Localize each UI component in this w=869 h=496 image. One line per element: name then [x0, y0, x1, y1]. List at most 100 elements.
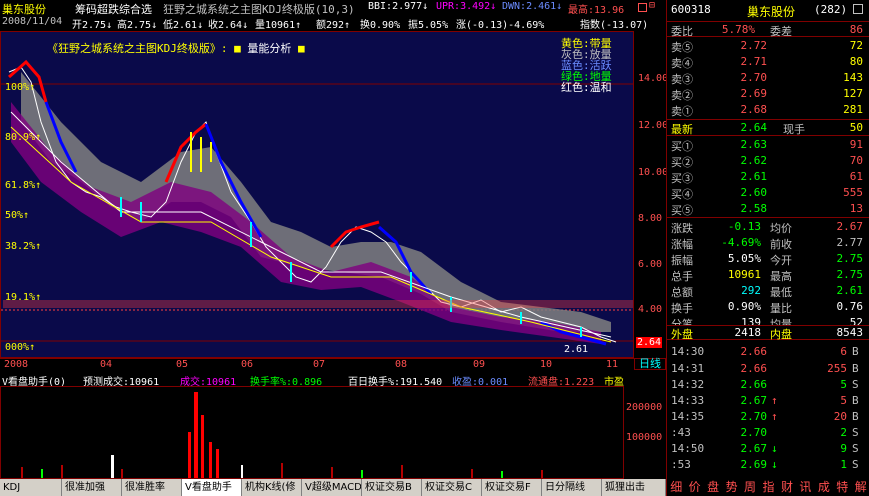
tick-row: :53 2.69 ↓ 1 S — [667, 457, 869, 473]
rtab-week[interactable]: 周 — [741, 478, 759, 496]
buy-3[interactable]: 买③ 2.61 61 — [667, 169, 869, 185]
buy-4[interactable]: 买④ 2.60 555 — [667, 185, 869, 201]
now-vol: 50 — [849, 121, 863, 134]
tick-side: S — [852, 426, 859, 439]
rtab-detail[interactable]: 细 — [667, 478, 685, 496]
quote-header: 600318 巢东股份 (282) — [667, 2, 869, 19]
kline-chart[interactable]: 《狂野之城系统之主图KDJ终极版》: ■ 量能分析 ■ 黄色:带量 灰色:放量 … — [0, 31, 634, 358]
window-icon[interactable]: ⊟ — [649, 0, 655, 11]
tick-time: 14:33 — [671, 394, 705, 407]
quote-bottom-tabs: 细 价 盘 势 周 指 财 讯 成 特 解 — [667, 478, 869, 496]
rtab-trend[interactable]: 势 — [722, 478, 740, 496]
info-close: 收2.64↓ — [208, 20, 249, 31]
outer-inner-row: 外盘 2418 内盘 8543 — [667, 325, 869, 341]
sell-2[interactable]: 卖② 2.69 127 — [667, 86, 869, 102]
month-08: 08 — [395, 359, 408, 370]
volume-panel[interactable] — [0, 386, 624, 479]
info-amplitude: 振5.05% — [408, 20, 449, 31]
tick-row: :43 2.70 2 S — [667, 425, 869, 441]
month-06: 06 — [241, 359, 254, 370]
rtab-book[interactable]: 盘 — [704, 478, 722, 496]
stat-prev-value: 2.77 — [836, 236, 864, 249]
sell-5-vol: 72 — [849, 39, 863, 52]
tick-vol: 255 — [827, 362, 847, 375]
month-11: 11 — [606, 359, 619, 370]
stat-vol-value: 10961 — [727, 268, 761, 281]
month-09: 09 — [473, 359, 486, 370]
minimize-icon[interactable] — [638, 3, 647, 12]
sell-4[interactable]: 卖④ 2.71 80 — [667, 54, 869, 70]
tab-macd[interactable]: V超级MACD — [302, 479, 362, 496]
buy-5[interactable]: 买⑤ 2.58 13 — [667, 201, 869, 217]
tick-side: S — [852, 442, 859, 455]
buy-2-label: 买② — [671, 156, 693, 169]
price-tick-8: 8.00 — [638, 213, 663, 224]
stat-amt-value: 292 — [741, 284, 761, 297]
dwn-value: DWN:2.461↓ — [502, 1, 563, 12]
sell-3[interactable]: 卖③ 2.70 143 — [667, 70, 869, 86]
tab-hzsl[interactable]: 很准胜率 — [122, 479, 182, 496]
tick-row: 14:30 2.66 6 B — [667, 344, 869, 360]
vol-tick-200000: 200000 — [626, 402, 663, 413]
sell-3-label: 卖③ — [671, 73, 693, 86]
stat-row-5: 总额 292 最低 2.61 — [667, 283, 869, 299]
sell-1-price: 2.68 — [740, 103, 768, 116]
tab-qzc[interactable]: 权证交易C — [422, 479, 482, 496]
tab-hzjq[interactable]: 很准加强 — [62, 479, 122, 496]
month-07: 07 — [313, 359, 326, 370]
buy-1[interactable]: 买① 2.63 91 — [667, 137, 869, 153]
sell-1-label: 卖① — [671, 105, 693, 118]
volume-bars — [21, 392, 543, 478]
tick-vol: 20 — [833, 410, 847, 423]
sell-1-vol: 281 — [843, 103, 863, 116]
info-amount: 额292↑ — [316, 20, 351, 31]
tab-jgkx[interactable]: 机构K线(修 — [242, 479, 302, 496]
rtab-price[interactable]: 价 — [685, 478, 703, 496]
tick-price: 2.70 — [740, 426, 768, 439]
latest-price: 2.64 — [740, 121, 768, 134]
stat-avg-value: 2.67 — [836, 220, 864, 233]
tab-qzb[interactable]: 权证交易B — [362, 479, 422, 496]
rtab-explain[interactable]: 解 — [852, 478, 869, 496]
buy-2[interactable]: 买② 2.62 70 — [667, 153, 869, 169]
latest-row: 最新 2.64 现手 50 — [667, 119, 869, 136]
wb-label: 委比 — [671, 25, 693, 38]
tick-time: :53 — [671, 458, 691, 471]
tab-vkp[interactable]: V看盘助手 — [182, 479, 242, 496]
indicator-tabs: KDJ 很准加强 很准胜率 V看盘助手 机构K线(修 V超级MACD 权证交易B… — [0, 479, 666, 496]
stat-chg-label: 涨跌 — [671, 222, 693, 235]
tab-hlcj[interactable]: 狐狸出击 — [602, 479, 666, 496]
tick-side: S — [852, 458, 859, 471]
month-05: 05 — [176, 359, 189, 370]
rtab-index[interactable]: 指 — [759, 478, 777, 496]
period-daily[interactable]: 日线 — [634, 358, 666, 370]
stat-pct-label: 涨幅 — [671, 238, 693, 251]
close-panel-icon[interactable] — [853, 4, 863, 14]
tab-kdj[interactable]: KDJ — [0, 479, 62, 496]
rtab-finance[interactable]: 财 — [778, 478, 796, 496]
tick-row: 14:32 2.66 5 S — [667, 377, 869, 393]
fib-0: 000%↑ — [5, 342, 36, 353]
tick-row: 14:31 2.66 255 B — [667, 361, 869, 377]
sell-5[interactable]: 卖⑤ 2.72 72 — [667, 38, 869, 54]
tab-rfgx[interactable]: 日分隔线 — [542, 479, 602, 496]
tab-qzf[interactable]: 权证交易F — [482, 479, 542, 496]
sell-4-vol: 80 — [849, 55, 863, 68]
stock-code: 600318 — [671, 3, 711, 16]
stat-avg-label: 均价 — [770, 222, 792, 235]
tick-side: S — [852, 378, 859, 391]
rtab-special[interactable]: 特 — [833, 478, 851, 496]
info-turnover: 换0.90% — [360, 20, 401, 31]
sell-1[interactable]: 卖① 2.68 281 — [667, 102, 869, 118]
rtab-news[interactable]: 讯 — [796, 478, 814, 496]
order-ratio-row: 委比 5.78% 委差 86 — [667, 21, 869, 38]
stat-low-label: 最低 — [770, 286, 792, 299]
buy-3-vol: 61 — [849, 170, 863, 183]
fib-19-1: 19.1%↑ — [5, 292, 42, 303]
rp-stock-total: (282) — [814, 3, 848, 16]
wc-label: 委差 — [770, 25, 792, 38]
stat-row-6: 换手 0.90% 量比 0.76 — [667, 299, 869, 315]
buy-3-price: 2.61 — [740, 170, 768, 183]
stat-amp-value: 5.05% — [727, 252, 761, 265]
rtab-cost[interactable]: 成 — [815, 478, 833, 496]
